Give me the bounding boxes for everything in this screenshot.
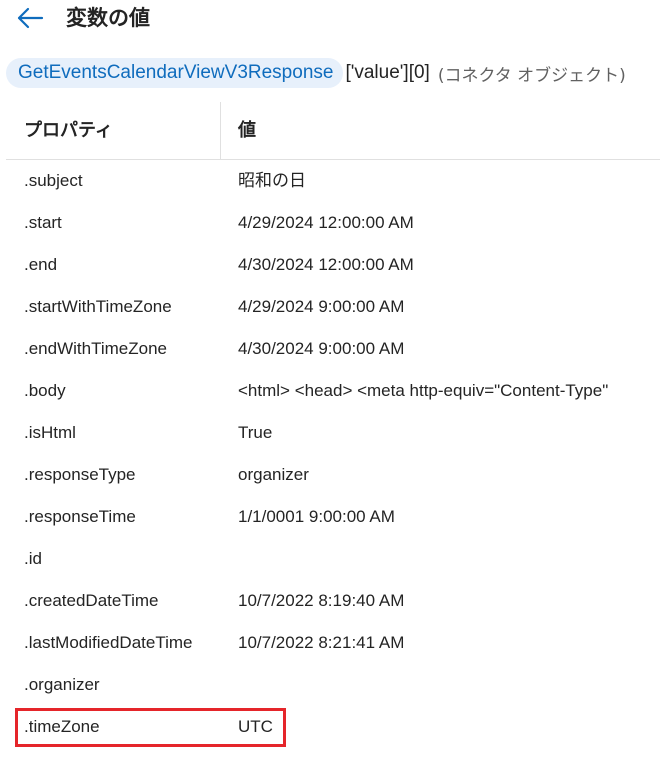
table-header: プロパティ 値	[6, 102, 660, 160]
property-name: .startWithTimeZone	[24, 297, 172, 316]
property-name: .subject	[24, 171, 83, 190]
table-row: .isHtml True	[6, 412, 660, 454]
property-name: .end	[24, 255, 58, 274]
property-value: 4/29/2024 12:00:00 AM	[238, 213, 414, 232]
table-row: .createdDateTime 10/7/2022 8:19:40 AM	[6, 580, 660, 622]
page-title: 変数の値	[66, 6, 150, 30]
table-row: .responseTime 1/1/0001 9:00:00 AM	[6, 496, 660, 538]
table-row: .responseType organizer	[6, 454, 660, 496]
table-row: .startWithTimeZone 4/29/2024 9:00:00 AM	[6, 286, 660, 328]
property-name: .organizer	[24, 675, 100, 694]
property-name: .endWithTimeZone	[24, 339, 167, 358]
table-row: .endWithTimeZone 4/30/2024 9:00:00 AM	[6, 328, 660, 370]
property-value: 4/29/2024 9:00:00 AM	[238, 297, 405, 316]
property-value	[238, 664, 660, 706]
property-name: .start	[24, 213, 62, 232]
variable-path: GetEventsCalendarViewV3Response ['value'…	[6, 58, 626, 88]
column-header-property: プロパティ	[24, 120, 113, 141]
property-name: .responseType	[24, 465, 136, 484]
property-name: .responseTime	[24, 507, 136, 526]
table-row: .subject 昭和の日	[6, 160, 660, 202]
properties-table: プロパティ 値 .subject 昭和の日 .start 4/29/2024 1…	[6, 102, 660, 748]
property-value: 昭和の日	[238, 171, 306, 190]
variable-token-chip[interactable]: GetEventsCalendarViewV3Response	[6, 58, 344, 88]
property-value: True	[238, 423, 273, 442]
back-button[interactable]	[14, 4, 46, 32]
property-value: organizer	[238, 465, 309, 484]
table-row: .end 4/30/2024 12:00:00 AM	[6, 244, 660, 286]
property-name: .timeZone	[24, 717, 100, 736]
property-value	[238, 538, 660, 580]
property-name: .body	[24, 381, 66, 400]
arrow-left-icon	[17, 7, 44, 29]
table-row: .id	[6, 538, 660, 580]
property-value: 4/30/2024 9:00:00 AM	[238, 339, 405, 358]
table-row: .lastModifiedDateTime 10/7/2022 8:21:41 …	[6, 622, 660, 664]
property-value: UTC	[238, 717, 273, 736]
property-value: <html> <head> <meta http-equiv="Content-…	[238, 381, 609, 400]
path-index-suffix: ['value'][0]	[345, 62, 430, 83]
table-row: .start 4/29/2024 12:00:00 AM	[6, 202, 660, 244]
property-name: .lastModifiedDateTime	[24, 633, 193, 652]
property-value: 1/1/0001 9:00:00 AM	[238, 507, 395, 526]
table-row: .body <html> <head> <meta http-equiv="Co…	[6, 370, 660, 412]
column-header-value: 値	[238, 120, 256, 141]
property-value: 4/30/2024 12:00:00 AM	[238, 255, 414, 274]
property-name: .createdDateTime	[24, 591, 159, 610]
property-name: .id	[24, 549, 42, 568]
object-type-note: (コネクタ オブジェクト)	[437, 65, 626, 86]
header: 変数の値	[0, 0, 660, 38]
table-row-highlighted: .timeZone UTC	[6, 706, 660, 748]
column-resize-divider[interactable]	[220, 102, 221, 159]
property-name: .isHtml	[24, 423, 76, 442]
table-row: .organizer	[6, 664, 660, 706]
property-value: 10/7/2022 8:21:41 AM	[238, 633, 405, 652]
property-value: 10/7/2022 8:19:40 AM	[238, 591, 405, 610]
